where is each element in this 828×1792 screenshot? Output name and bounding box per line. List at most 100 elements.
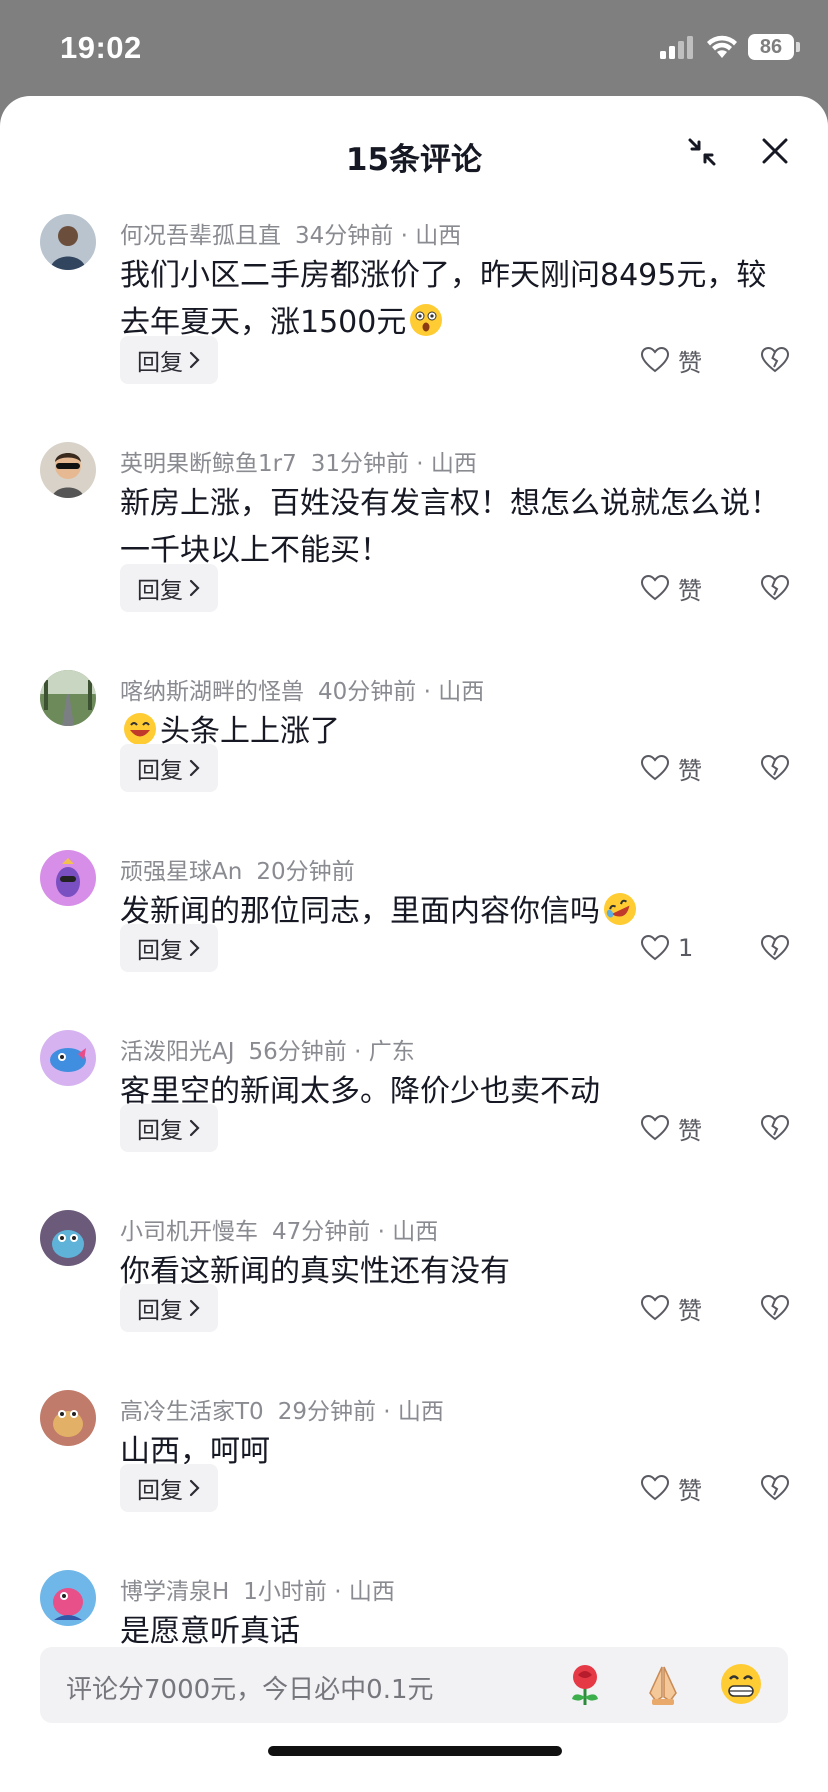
grin-face-emoji[interactable] [718,1661,764,1707]
avatar[interactable] [40,1570,96,1626]
chevron-right-icon [189,759,200,777]
dislike-button[interactable] [760,1284,790,1332]
chevron-right-icon [189,351,200,369]
chevron-right-icon [189,1479,200,1497]
dislike-button[interactable] [760,564,790,612]
reply-button[interactable]: 回复 [120,336,218,384]
laughing-face-emoji [124,713,156,745]
status-time: 19:02 [60,30,142,65]
comment-username[interactable]: 活泼阳光AJ [120,1039,235,1065]
reply-button[interactable]: 回复 [120,1104,218,1152]
close-button[interactable] [758,134,792,168]
comment-time: 47分钟前 · 山西 [272,1219,439,1245]
chevron-right-icon [189,1299,200,1317]
avatar[interactable] [40,670,96,726]
rofl-face-emoji [604,893,636,925]
reply-label: 回复 [137,1118,183,1144]
like-count: 赞 [678,1476,702,1505]
broken-heart-icon [760,1294,790,1321]
comment-meta: 博学清泉H 1小时前 · 山西 [120,1572,409,1606]
comment-username[interactable]: 高冷生活家T0 [120,1399,264,1425]
reply-button[interactable]: 回复 [120,1284,218,1332]
cell-signal-icon [660,35,696,59]
dislike-button[interactable] [760,1464,790,1512]
comment-text: 新房上涨，百姓没有发言权！想怎么说就怎么说！一千块以上不能买！ [120,486,780,568]
like-count: 赞 [678,348,702,377]
avatar[interactable] [40,214,96,270]
like-button[interactable]: 1 [640,924,693,972]
like-count: 赞 [678,576,702,605]
reply-button[interactable]: 回复 [120,924,218,972]
reply-button[interactable]: 回复 [120,744,218,792]
broken-heart-icon [760,346,790,373]
comment-meta: 顽强星球An 20分钟前 [120,852,369,886]
dislike-button[interactable] [760,336,790,384]
comment-meta: 小司机开慢车 47分钟前 · 山西 [120,1212,452,1246]
comment-input-placeholder: 评论分7000元，今日必中0.1元 [66,1675,434,1705]
like-count: 1 [678,934,694,962]
comment-meta: 英明果断鲸鱼1r7 31分钟前 · 山西 [120,444,491,478]
chevron-right-icon [189,939,200,957]
avatar[interactable] [40,442,96,498]
status-bar: 19:02 86 [0,0,828,96]
comment-time: 31分钟前 · 山西 [310,451,477,477]
comment-username[interactable]: 喀纳斯湖畔的怪兽 [120,679,304,705]
dislike-button[interactable] [760,744,790,792]
reply-label: 回复 [137,938,183,964]
like-button[interactable]: 赞 [640,336,702,384]
comment-time: 34分钟前 · 山西 [295,223,462,249]
reply-button[interactable]: 回复 [120,564,218,612]
broken-heart-icon [760,574,790,601]
reply-label: 回复 [137,758,183,784]
pray-hands-emoji[interactable] [640,1661,686,1707]
avatar[interactable] [40,850,96,906]
chevron-right-icon [189,1119,200,1137]
comment-time: 56分钟前 · 广东 [248,1039,415,1065]
dislike-button[interactable] [760,924,790,972]
sheet-header: 15条评论 [0,96,828,204]
avatar[interactable] [40,1210,96,1266]
comment-input[interactable]: 评论分7000元，今日必中0.1元 [40,1647,788,1723]
reply-label: 回复 [137,1298,183,1324]
comment-meta: 喀纳斯湖畔的怪兽 40分钟前 · 山西 [120,672,498,706]
shocked-face-emoji [410,304,443,336]
like-button[interactable]: 赞 [640,564,702,612]
heart-icon [640,574,670,601]
home-indicator[interactable] [268,1746,562,1756]
comment-username[interactable]: 小司机开慢车 [120,1219,258,1245]
reply-label: 回复 [137,350,183,376]
like-count: 赞 [678,1296,702,1325]
status-icons: 86 [660,34,800,60]
comment-sheet: 15条评论 何况吾辈孤且直 34分钟前 · 山西 我们小区二手房都涨价了，昨天刚问… [0,96,828,1792]
collapse-button[interactable] [686,136,718,168]
collapse-icon [688,138,716,166]
comment-meta: 高冷生活家T0 29分钟前 · 山西 [120,1392,458,1426]
like-button[interactable]: 赞 [640,1464,702,1512]
comment-meta: 何况吾辈孤且直 34分钟前 · 山西 [120,216,475,250]
heart-icon [640,934,670,961]
broken-heart-icon [760,934,790,961]
like-button[interactable]: 赞 [640,744,702,792]
reply-button[interactable]: 回复 [120,1464,218,1512]
rose-emoji[interactable] [562,1661,608,1707]
comment-username[interactable]: 英明果断鲸鱼1r7 [120,451,297,477]
like-count: 赞 [678,1116,702,1145]
like-button[interactable]: 赞 [640,1284,702,1332]
comment-text: 我们小区二手房都涨价了，昨天刚问8495元，较去年夏天，涨1500元 [120,252,788,346]
comment-time: 29分钟前 · 山西 [277,1399,444,1425]
comment-username[interactable]: 顽强星球An [120,859,242,885]
wifi-icon [706,35,738,59]
broken-heart-icon [760,754,790,781]
comment-list[interactable]: 何况吾辈孤且直 34分钟前 · 山西 我们小区二手房都涨价了，昨天刚问8495元，… [0,204,828,1734]
heart-icon [640,346,670,373]
comment-time: 20分钟前 [256,859,355,885]
comment-username[interactable]: 何况吾辈孤且直 [120,223,281,249]
dislike-button[interactable] [760,1104,790,1152]
like-button[interactable]: 赞 [640,1104,702,1152]
reply-label: 回复 [137,1478,183,1504]
avatar[interactable] [40,1030,96,1086]
avatar[interactable] [40,1390,96,1446]
comment-username[interactable]: 博学清泉H [120,1579,229,1605]
broken-heart-icon [760,1474,790,1501]
reply-label: 回复 [137,578,183,604]
